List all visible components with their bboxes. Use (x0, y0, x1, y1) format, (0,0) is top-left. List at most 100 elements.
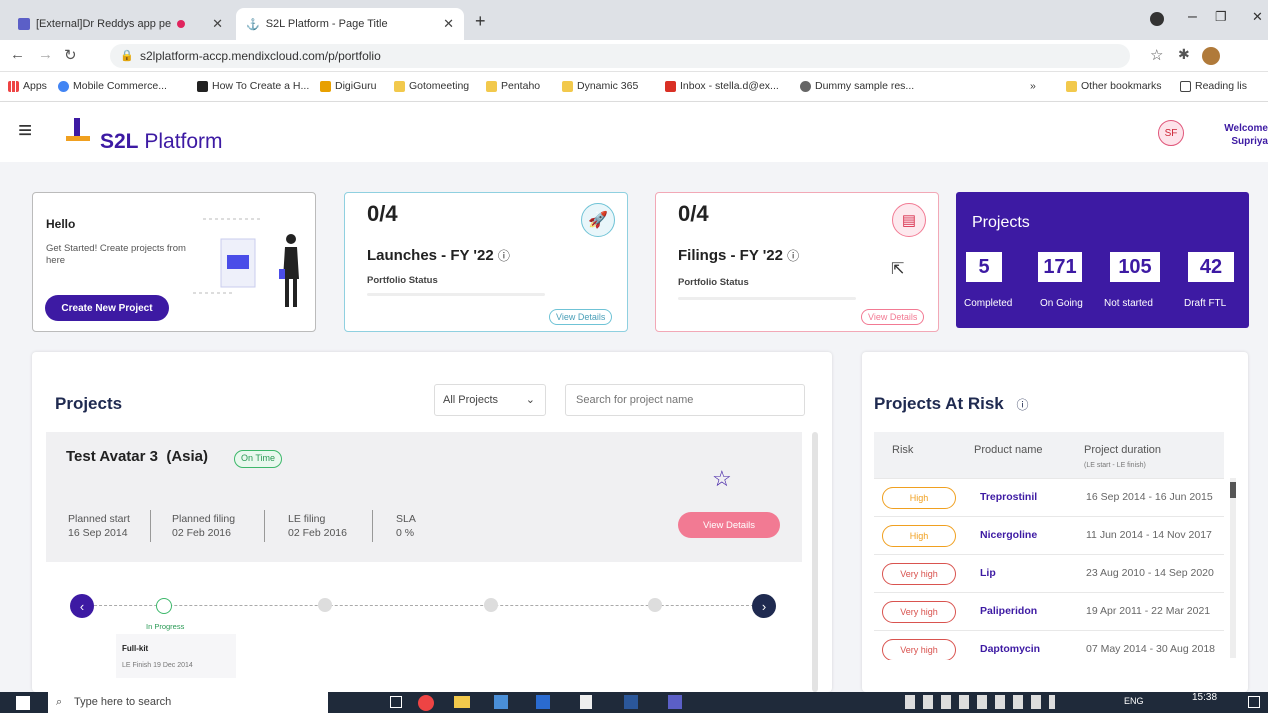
field-label: LE filing (288, 513, 326, 525)
launches-view-details-link[interactable]: View Details (549, 309, 613, 325)
product-name[interactable]: Daptomycin (980, 643, 1040, 655)
avatar[interactable]: SF (1158, 120, 1184, 146)
risk-row[interactable]: Very high Daptomycin 07 May 2014 - 30 Au… (874, 630, 1224, 660)
filings-subtitle: Portfolio Status (678, 277, 749, 288)
forward-icon[interactable]: → (38, 46, 53, 63)
milestone-dot[interactable] (648, 598, 662, 612)
draft-ftl-count[interactable]: 42 (1188, 252, 1234, 282)
star-icon[interactable]: ☆ (1150, 46, 1163, 64)
browser-tab-external[interactable]: [External]Dr Reddys app pe ✕ (8, 8, 233, 40)
bookmark-label: Mobile Commerce... (73, 80, 167, 92)
timeline-next-icon[interactable]: › (752, 594, 776, 618)
bookmark-overflow[interactable]: » (1030, 80, 1036, 92)
maximize-icon[interactable]: ❐ (1215, 9, 1227, 25)
new-tab-icon[interactable]: + (475, 11, 486, 32)
back-icon[interactable]: ← (10, 46, 25, 63)
hamburger-menu-icon[interactable]: ≡ (18, 119, 32, 143)
bookmark-apps[interactable]: Apps (8, 80, 47, 92)
not-started-count[interactable]: 105 (1110, 252, 1160, 282)
ongoing-count[interactable]: 171 (1038, 252, 1082, 282)
reload-icon[interactable]: ↻ (64, 46, 77, 64)
launches-subtitle: Portfolio Status (367, 275, 438, 286)
bookmarks-bar: Apps Mobile Commerce... How To Create a … (0, 72, 1268, 102)
folder-icon (562, 80, 573, 92)
launches-title-text: Launches - FY '22 (367, 247, 494, 264)
close-icon[interactable]: ✕ (443, 16, 454, 32)
filings-card: 0/4 ▤ Filings - FY '22 ⓘ Portfolio Statu… (655, 192, 939, 332)
hello-card: Hello Get Started! Create projects from … (32, 192, 316, 332)
milestone-active[interactable] (156, 598, 172, 614)
milestone-name: Full-kit (122, 644, 149, 653)
scrollbar-thumb[interactable] (1230, 482, 1236, 498)
bookmark-digiguru[interactable]: DigiGuru (320, 80, 376, 92)
milestone-date: LE Finish 19 Dec 2014 (122, 662, 193, 669)
filings-title: Filings - FY '22 ⓘ (678, 247, 799, 264)
risk-row[interactable]: Very high Lip 23 Aug 2010 - 14 Sep 2020 (874, 554, 1224, 592)
projects-panel: Projects All Projects ⌄ Test Avatar 3 (A… (32, 352, 832, 692)
project-search-input[interactable] (565, 384, 805, 416)
document-app-icon[interactable] (580, 695, 592, 709)
bookmark-inbox[interactable]: Inbox - stella.d@ex... (665, 80, 779, 92)
project-filter-dropdown[interactable]: All Projects ⌄ (434, 384, 546, 416)
account-avatar-icon[interactable] (1202, 47, 1220, 65)
url-field[interactable]: 🔒 s2lplatform-accp.mendixcloud.com/p/por… (110, 44, 1130, 68)
info-icon[interactable]: ⓘ (1016, 398, 1028, 412)
bookmark-other[interactable]: Other bookmarks (1066, 80, 1162, 92)
favorite-star-icon[interactable]: ☆ (712, 466, 732, 492)
milestone-dot[interactable] (318, 598, 332, 612)
chrome-icon[interactable] (418, 695, 434, 711)
folder-icon (486, 80, 497, 92)
risk-row[interactable]: Very high Paliperidon 19 Apr 2011 - 22 M… (874, 592, 1224, 630)
timeline-prev-icon[interactable]: ‹ (70, 594, 94, 618)
bookmark-gotomeeting[interactable]: Gotomeeting (394, 80, 469, 92)
completed-count[interactable]: 5 (966, 252, 1002, 282)
product-name[interactable]: Nicergoline (980, 529, 1037, 541)
filings-view-details-link[interactable]: View Details (861, 309, 925, 325)
view-details-button[interactable]: View Details (678, 512, 780, 538)
browser-tab-s2l[interactable]: ⚓ S2L Platform - Page Title ✕ (236, 8, 464, 40)
projects-scrollbar[interactable] (812, 432, 818, 692)
product-name[interactable]: Treprostinil (980, 491, 1037, 503)
windows-start-icon[interactable] (16, 696, 30, 710)
system-tray-icons[interactable] (905, 695, 1055, 709)
info-icon[interactable]: ⓘ (787, 249, 799, 263)
bookmark-label: How To Create a H... (212, 80, 310, 92)
tab-label: S2L Platform - Page Title (265, 18, 388, 30)
info-icon[interactable]: ⓘ (498, 249, 510, 263)
word-icon[interactable] (624, 695, 638, 709)
product-name[interactable]: Paliperidon (980, 605, 1037, 617)
col-product: Product name (974, 444, 1043, 456)
minimize-icon[interactable]: – (1188, 8, 1197, 26)
hello-text: Get Started! Create projects from here (46, 243, 186, 266)
file-explorer-icon[interactable] (454, 696, 470, 708)
risk-row[interactable]: High Nicergoline 11 Jun 2014 - 14 Nov 20… (874, 516, 1224, 554)
milestone-dot[interactable] (484, 598, 498, 612)
field-value: 16 Sep 2014 (68, 527, 128, 539)
bookmark-reading-list[interactable]: Reading lis (1180, 80, 1247, 92)
clock[interactable]: 15:38 (1192, 692, 1217, 703)
teams-icon[interactable] (668, 695, 682, 709)
product-name[interactable]: Lip (980, 567, 996, 579)
create-new-project-button[interactable]: Create New Project (45, 295, 169, 321)
window-close-icon[interactable]: ✕ (1252, 9, 1263, 25)
bookmark-how-to[interactable]: How To Create a H... (197, 80, 309, 92)
close-icon[interactable]: ✕ (212, 16, 223, 32)
app-icon[interactable] (494, 695, 508, 709)
bookmark-dynamic365[interactable]: Dynamic 365 (562, 80, 638, 92)
taskbar-search-box[interactable]: ⌕ Type here to search (48, 692, 328, 713)
risk-row[interactable]: High Treprostinil 16 Sep 2014 - 16 Jun 2… (874, 478, 1224, 516)
risk-badge: High (882, 487, 956, 509)
app-icon[interactable] (536, 695, 550, 709)
risk-scrollbar[interactable] (1230, 478, 1236, 658)
language-indicator[interactable]: ENG (1124, 696, 1144, 706)
bookmark-dummy-sample[interactable]: Dummy sample res... (800, 80, 914, 92)
profile-icon[interactable] (1150, 12, 1164, 26)
project-card: Test Avatar 3 (Asia) On Time ☆ Planned s… (46, 432, 802, 562)
col-duration-sub: (LE start - LE finish) (1084, 462, 1146, 469)
notification-icon[interactable] (1248, 696, 1260, 708)
mouse-cursor-icon: ⇱ (891, 261, 905, 278)
extensions-icon[interactable]: ✱ (1178, 46, 1190, 63)
bookmark-mobile-commerce[interactable]: Mobile Commerce... (58, 80, 167, 92)
task-view-icon[interactable] (390, 696, 402, 708)
bookmark-pentaho[interactable]: Pentaho (486, 80, 540, 92)
